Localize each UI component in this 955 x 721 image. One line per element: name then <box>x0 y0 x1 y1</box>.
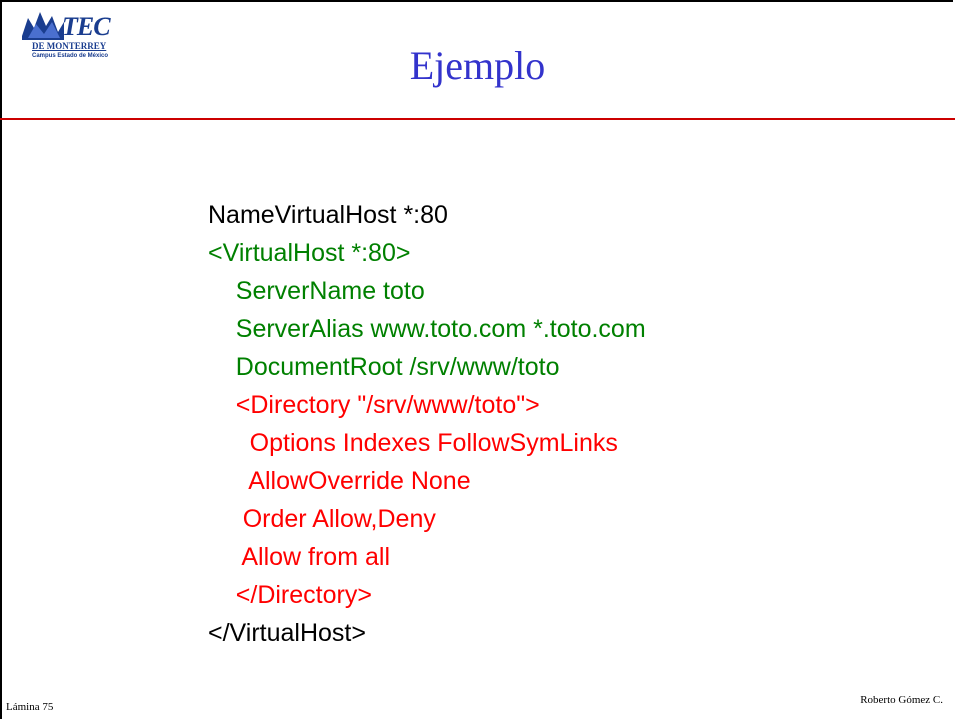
code-line: AllowOverride None <box>208 467 471 495</box>
code-line: Allow from all <box>208 543 390 571</box>
logo-wordmark: TEC <box>62 12 111 41</box>
config-code-block: NameVirtualHost *:80 <VirtualHost *:80> S… <box>208 196 646 652</box>
code-line: </Directory> <box>208 581 372 609</box>
code-line: Options Indexes FollowSymLinks <box>208 429 618 457</box>
code-line: NameVirtualHost *:80 <box>208 201 448 229</box>
code-line: <VirtualHost *:80> <box>208 239 411 267</box>
header-divider <box>0 118 955 120</box>
eagle-icon <box>22 12 64 40</box>
code-line: ServerName toto <box>208 277 425 305</box>
code-line: DocumentRoot /srv/www/toto <box>208 353 560 381</box>
slide-number: Lámina 75 <box>6 701 54 713</box>
code-line: ServerAlias www.toto.com *.toto.com <box>208 315 646 343</box>
slide-title: Ejemplo <box>409 43 546 88</box>
author-credit: Roberto Gómez C. <box>860 694 943 706</box>
code-line: Order Allow,Deny <box>208 505 436 533</box>
code-line: <Directory "/srv/www/toto"> <box>208 391 540 419</box>
code-line: </VirtualHost> <box>208 619 366 647</box>
